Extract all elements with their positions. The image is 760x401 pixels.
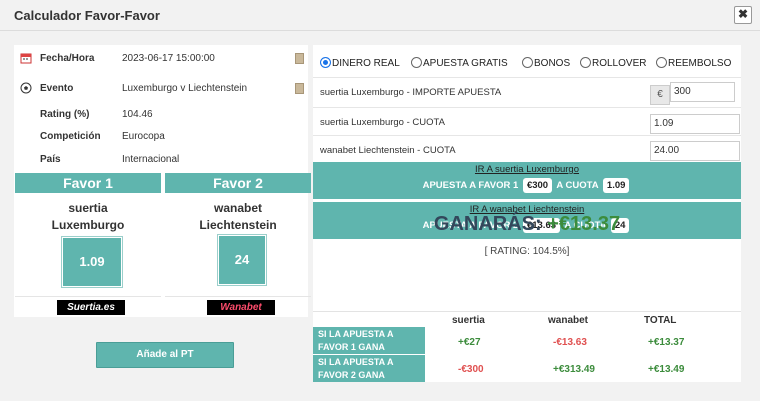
favor-1-bookmaker: suertia Luxemburgo (15, 200, 161, 234)
result-value: -€13.63 (553, 337, 587, 348)
info-label: Fecha/Hora (40, 53, 95, 64)
rating-text: [ RATING: 104.5%] (484, 246, 570, 257)
info-value: 2023-06-17 15:00:00 (122, 53, 215, 64)
favor-2-header: Favor 2 (165, 173, 311, 193)
info-label: Evento (40, 83, 74, 94)
favor-2-logo-area: Wanabet (165, 296, 311, 317)
radio-label: BONOS (534, 58, 571, 69)
radio-bonos[interactable]: BONOS (522, 57, 570, 71)
radio-rollover[interactable]: ROLLOVER (580, 57, 646, 71)
col-header-wanabet: wanabet (548, 315, 589, 326)
favor-2-bookmaker: wanabet Liechtenstein (165, 200, 311, 234)
importe-input[interactable]: 300 (670, 82, 735, 102)
radio-dinero-real[interactable]: DINERO REAL (320, 57, 400, 71)
radio-label: APUESTA GRATIS (423, 58, 508, 69)
info-value: 104.46 (122, 109, 153, 120)
radio-selected-icon[interactable] (320, 57, 331, 68)
favor-1-odds: 1.09 (62, 237, 122, 287)
bet-cuota: 1.09 (602, 178, 630, 193)
result-value: -€300 (458, 364, 484, 375)
input-row-importe: suertia Luxemburgo - IMPORTE APUESTA € 3… (313, 77, 741, 107)
result-value: +€27 (458, 337, 481, 348)
bet-1-box: IR A suertia Luxemburgo APUESTA A FAVOR … (313, 162, 741, 199)
winnings-amount: +€13.37 (547, 213, 621, 235)
selection-name: Luxemburgo (51, 218, 125, 232)
input-label: wanabet Liechtenstein - CUOTA (320, 145, 456, 156)
radio-apuesta-gratis[interactable]: APUESTA GRATIS (411, 57, 508, 71)
bookmaker-name: wanabet (213, 201, 262, 215)
radio-label: ROLLOVER (592, 58, 647, 69)
calendar-icon (20, 53, 32, 64)
result-row-label: SI LA APUESTA A FAVOR 2 GANA (313, 355, 425, 382)
info-row-pais: País Internacional (14, 150, 308, 170)
cuota-1-input[interactable]: 1.09 (650, 114, 740, 134)
bet-amount: €300 (522, 178, 553, 193)
bet-label: APUESTA A FAVOR 1 (422, 180, 519, 191)
bet-1-line: APUESTA A FAVOR 1 €300 A CUOTA 1.09 (313, 178, 741, 193)
info-label: Rating (%) (40, 109, 90, 120)
radio-icon[interactable] (522, 57, 533, 68)
info-row-rating: Rating (%) 104.46 (14, 105, 308, 125)
input-row-cuota-2: wanabet Liechtenstein - CUOTA 24.00 (313, 135, 741, 165)
info-label: País (40, 154, 61, 165)
col-header-suertia: suertia (452, 315, 485, 326)
favor-2-odds: 24 (218, 235, 266, 285)
suertia-logo[interactable]: Suertia.es (57, 300, 125, 315)
input-label: suertia Luxemburgo - IMPORTE APUESTA (320, 87, 502, 98)
radio-reembolso[interactable]: REEMBOLSO (656, 57, 731, 71)
note-icon[interactable] (295, 83, 304, 94)
euro-addon: € (650, 85, 670, 105)
cuota-2-input[interactable]: 24.00 (650, 141, 740, 161)
info-value: Luxemburgo v Liechtenstein (122, 83, 248, 94)
add-to-pt-button[interactable]: Añade al PT (96, 342, 234, 368)
go-to-bookmaker-1-link[interactable]: IR A suertia Luxemburgo (313, 164, 741, 175)
favor-1-logo-area: Suertia.es (15, 296, 161, 317)
note-icon[interactable] (295, 53, 304, 64)
radio-icon[interactable] (656, 57, 667, 68)
winnings-headline: GANARÁS: +€13.37 (313, 213, 741, 236)
result-value: +€13.37 (648, 337, 685, 348)
result-row-label: SI LA APUESTA A FAVOR 1 GANA (313, 327, 425, 354)
bookmaker-name: suertia (68, 201, 108, 215)
result-value: +€313.49 (553, 364, 595, 375)
cuota-label: A CUOTA (556, 180, 599, 191)
input-label: suertia Luxemburgo - CUOTA (320, 117, 445, 128)
info-row-competicion: Competición Eurocopa (14, 127, 308, 147)
info-row-evento: Evento Luxemburgo v Liechtenstein (14, 79, 308, 99)
info-value: Internacional (122, 154, 180, 165)
selection-name: Liechtenstein (199, 218, 277, 232)
info-label: Competición (40, 131, 101, 142)
result-value: +€13.49 (648, 364, 685, 375)
divider (313, 311, 741, 312)
close-button[interactable]: ✖ (734, 6, 752, 24)
radio-label: REEMBOLSO (668, 58, 732, 69)
info-row-fecha: Fecha/Hora 2023-06-17 15:00:00 (14, 49, 308, 69)
input-row-cuota-1: suertia Luxemburgo - CUOTA 1.09 (313, 107, 741, 137)
radio-label: DINERO REAL (332, 58, 400, 69)
favor-1-header: Favor 1 (15, 173, 161, 193)
wanabet-logo[interactable]: Wanabet (207, 300, 275, 315)
window-title: Calculador Favor-Favor (14, 8, 160, 23)
radio-icon[interactable] (580, 57, 591, 68)
title-bar: Calculador Favor-Favor ✖ (0, 0, 760, 31)
info-value: Eurocopa (122, 131, 165, 142)
col-header-total: TOTAL (644, 315, 677, 326)
soccer-ball-icon (20, 82, 32, 94)
winnings-prefix: GANARÁS: (433, 213, 542, 235)
radio-icon[interactable] (411, 57, 422, 68)
